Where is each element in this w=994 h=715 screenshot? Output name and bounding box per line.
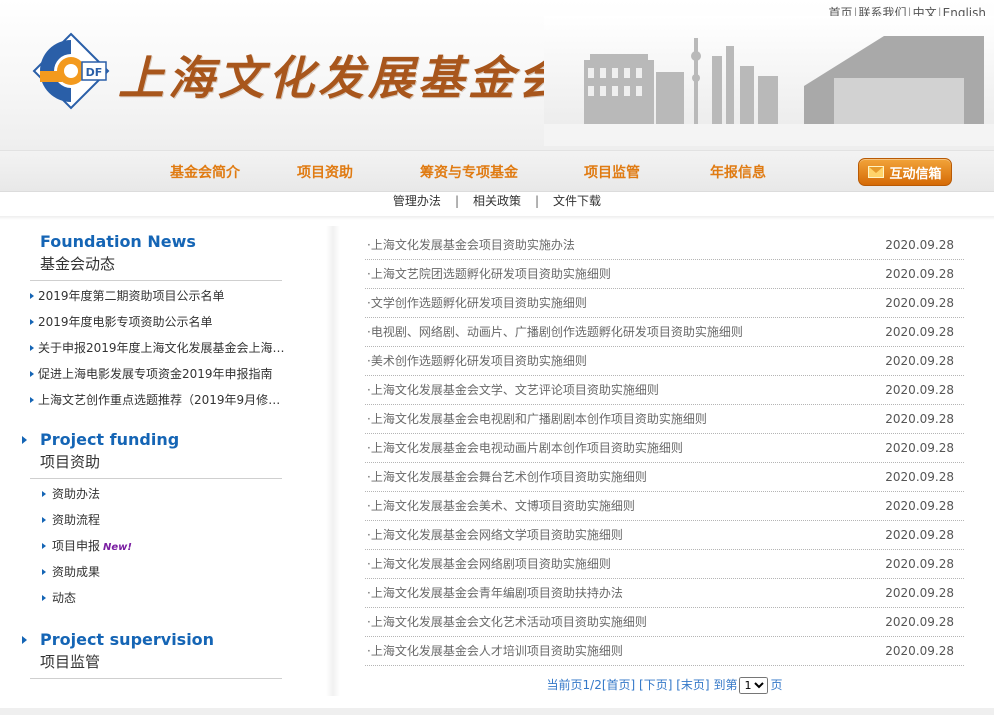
nav-fundraising[interactable]: 筹资与专项基金 xyxy=(420,162,518,182)
envelope-icon xyxy=(868,166,885,178)
article-list: ·上海文化发展基金会项目资助实施办法 2020.09.28 ·上海文艺院团选题孵化… xyxy=(365,231,964,666)
nav-about[interactable]: 基金会简介 xyxy=(170,162,240,182)
pager-first[interactable]: [首页] xyxy=(602,678,635,692)
pager-last[interactable]: [末页] xyxy=(676,678,709,692)
sub-nav: 管理办法 | 相关政策 | 文件下载 xyxy=(392,194,602,208)
news-divider xyxy=(30,280,282,281)
news-item[interactable]: 关于申报2019年度上海文化发展基金会上海文艺创作资助项目的通知 xyxy=(30,335,286,361)
supervision-arrow-icon xyxy=(22,636,27,644)
shanghai-skyline-image xyxy=(544,16,994,146)
table-row[interactable]: ·文学创作选题孵化研发项目资助实施细则 2020.09.28 xyxy=(365,289,964,318)
supervision-title-en[interactable]: Project supervision xyxy=(40,630,286,649)
foundation-logo[interactable]: DF xyxy=(32,32,110,110)
table-row[interactable]: ·上海文化发展基金会文学、文艺评论项目资助实施细则 2020.09.28 xyxy=(365,376,964,405)
table-row[interactable]: ·上海文艺院团选题孵化研发项目资助实施细则 2020.09.28 xyxy=(365,260,964,289)
svg-text:DF: DF xyxy=(86,66,103,79)
table-row[interactable]: ·上海文化发展基金会美术、文博项目资助实施细则 2020.09.28 xyxy=(365,492,964,521)
table-row[interactable]: ·上海文化发展基金会网络剧项目资助实施细则 2020.09.28 xyxy=(365,550,964,579)
footer-strip xyxy=(0,708,994,715)
news-item[interactable]: 2019年度电影专项资助公示名单 xyxy=(30,309,286,335)
table-row[interactable]: ·上海文化发展基金会舞台艺术创作项目资助实施细则 2020.09.28 xyxy=(365,463,964,492)
table-row[interactable]: ·上海文化发展基金会项目资助实施办法 2020.09.28 xyxy=(365,231,964,260)
sidebar-news-section: Foundation News 基金会动态 2019年度第二期资助项目公示名单 … xyxy=(30,232,286,413)
nav-annual-report[interactable]: 年报信息 xyxy=(710,162,766,182)
pager-goto-prefix: 到第 xyxy=(713,678,738,692)
sidebar-supervision-section: Project supervision 项目监管 xyxy=(22,630,286,679)
brand-calligraphy: 上海文化发展基金会 xyxy=(118,51,568,105)
supervision-divider xyxy=(30,678,282,679)
table-row[interactable]: ·上海文化发展基金会人才培训项目资助实施细则 2020.09.28 xyxy=(365,637,964,666)
main-nav: 基金会简介 项目资助 筹资与专项基金 项目监管 年报信息 互动信箱 xyxy=(0,150,994,192)
news-list: 2019年度第二期资助项目公示名单 2019年度电影专项资助公示名单 关于申报2… xyxy=(30,283,286,413)
sidebar-funding-section: Project funding 项目资助 资助办法 资助流程 项目申报 New! … xyxy=(22,430,286,611)
pager-goto-suffix: 页 xyxy=(770,678,783,692)
news-item[interactable]: 促进上海电影发展专项资金2019年申报指南 xyxy=(30,361,286,387)
funding-title-cn: 项目资助 xyxy=(40,453,101,471)
news-item[interactable]: 上海文艺创作重点选题推荐（2019年9月修订） xyxy=(30,387,286,413)
table-row[interactable]: ·美术创作选题孵化研发项目资助实施细则 2020.09.28 xyxy=(365,347,964,376)
funding-item-apply[interactable]: 项目申报 New! xyxy=(30,533,300,559)
funding-item-results[interactable]: 资助成果 xyxy=(30,559,300,585)
table-row[interactable]: ·上海文化发展基金会电视动画片剧本创作项目资助实施细则 2020.09.28 xyxy=(365,434,964,463)
nav-funding[interactable]: 项目资助 xyxy=(297,162,353,182)
pager-next[interactable]: [下页] xyxy=(639,678,672,692)
content-top-strip xyxy=(0,216,994,220)
news-item[interactable]: 2019年度第二期资助项目公示名单 xyxy=(30,283,286,309)
site-header: 首页|联系我们|中文|English DF 上海文化发展基金会 xyxy=(0,0,994,150)
news-title-en: Foundation News xyxy=(40,232,196,251)
news-title-cn: 基金会动态 xyxy=(40,255,116,273)
funding-item-news[interactable]: 动态 xyxy=(30,585,300,611)
table-row[interactable]: ·上海文化发展基金会青年编剧项目资助扶持办法 2020.09.28 xyxy=(365,579,964,608)
nav-supervision[interactable]: 项目监管 xyxy=(584,162,640,182)
column-divider xyxy=(326,226,340,696)
supervision-title-cn: 项目监管 xyxy=(40,653,101,671)
funding-item-methods[interactable]: 资助办法 xyxy=(30,481,300,507)
subnav-policies[interactable]: 相关政策 xyxy=(473,194,521,208)
funding-title-en[interactable]: Project funding xyxy=(40,430,286,449)
pagination: 当前页1/2[首页] [下页] [末页] 到第 1 页 xyxy=(365,676,964,694)
funding-list: 资助办法 资助流程 项目申报 New! 资助成果 动态 xyxy=(30,481,286,611)
page-select[interactable]: 1 xyxy=(739,677,769,694)
subnav-management[interactable]: 管理办法 xyxy=(393,194,441,208)
funding-item-process[interactable]: 资助流程 xyxy=(30,507,300,533)
subnav-downloads[interactable]: 文件下载 xyxy=(553,194,601,208)
funding-arrow-icon xyxy=(22,436,27,444)
table-row[interactable]: ·上海文化发展基金会电视剧和广播剧剧本创作项目资助实施细则 2020.09.28 xyxy=(365,405,964,434)
table-row[interactable]: ·上海文化发展基金会网络文学项目资助实施细则 2020.09.28 xyxy=(365,521,964,550)
new-badge: New! xyxy=(103,542,132,553)
table-row[interactable]: ·上海文化发展基金会文化艺术活动项目资助实施细则 2020.09.28 xyxy=(365,608,964,637)
mailbox-button[interactable]: 互动信箱 xyxy=(858,158,952,186)
table-row[interactable]: ·电视剧、网络剧、动画片、广播剧创作选题孵化研发项目资助实施细则 2020.09.… xyxy=(365,318,964,347)
mailbox-label: 互动信箱 xyxy=(889,166,942,182)
funding-divider xyxy=(30,478,282,479)
pager-current: 当前页1/2 xyxy=(546,678,602,692)
